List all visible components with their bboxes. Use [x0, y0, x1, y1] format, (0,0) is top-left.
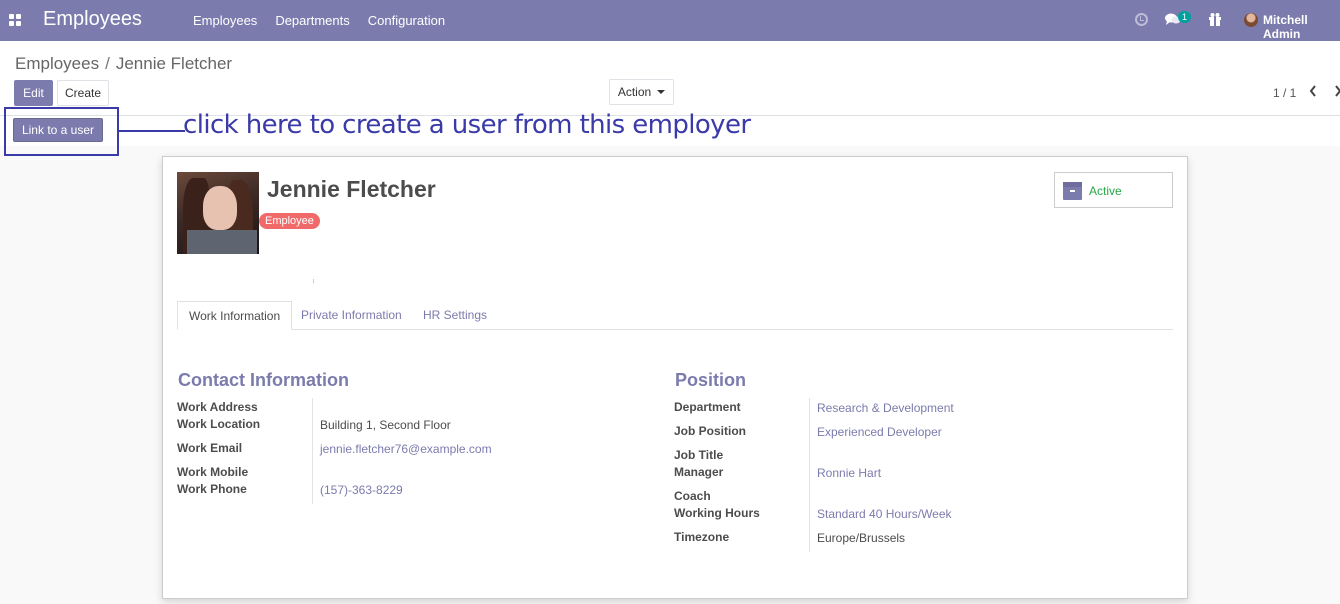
edit-button[interactable]: Edit	[14, 80, 53, 106]
menu-item-configuration[interactable]: Configuration	[368, 13, 445, 28]
position-title: Position	[675, 370, 746, 390]
breadcrumb: Employees / Jennie Fletcher	[15, 54, 232, 74]
work-mobile-label: Work Mobile	[177, 465, 249, 479]
work-email-link[interactable]: jennie.fletcher76@example.com	[320, 442, 492, 456]
active-toggle-button[interactable]: Active	[1054, 172, 1173, 208]
work-phone-label: Work Phone	[177, 482, 247, 496]
activity-clock-icon[interactable]	[1135, 13, 1148, 26]
coach-label: Coach	[674, 489, 711, 503]
manager-link[interactable]: Ronnie Hart	[817, 466, 881, 480]
app-title[interactable]: Employees	[43, 8, 142, 31]
tab-work-information[interactable]: Work Information	[177, 301, 293, 330]
position-label-separator	[809, 398, 810, 552]
link-to-user-button[interactable]: Link to a user	[13, 118, 103, 142]
manager-label: Manager	[674, 465, 724, 479]
contact-information-title: Contact Information	[178, 370, 349, 390]
work-phone-link[interactable]: (157)-363-8229	[320, 483, 403, 497]
annotation-text: click here to create a user from this em…	[183, 110, 751, 140]
timezone-label: Timezone	[674, 530, 730, 544]
job-position-link[interactable]: Experienced Developer	[817, 425, 942, 439]
menu-item-departments[interactable]: Departments	[275, 13, 349, 28]
employee-photo[interactable]	[177, 172, 259, 254]
caret-down-icon	[657, 90, 666, 94]
pager-value[interactable]: 1 / 1	[1273, 86, 1296, 100]
employee-tag[interactable]: Employee	[259, 213, 320, 229]
top-navbar: Employees Employees Departments Configur…	[0, 0, 1340, 41]
breadcrumb-employees[interactable]: Employees	[15, 54, 99, 73]
employee-form-sheet: Jennie Fletcher Employee Active Work Inf…	[162, 156, 1188, 599]
chevron-left-icon[interactable]	[1309, 84, 1317, 98]
user-avatar[interactable]	[1244, 13, 1258, 27]
create-button[interactable]: Create	[57, 80, 109, 106]
timezone-value: Europe/Brussels	[817, 531, 906, 545]
work-location-value: Building 1, Second Floor	[320, 418, 451, 432]
tab-private-information[interactable]: Private Information	[301, 301, 402, 330]
work-email-label: Work Email	[177, 441, 243, 455]
contact-label-separator	[312, 398, 313, 504]
action-dropdown-button[interactable]: Action	[609, 79, 674, 105]
breadcrumb-current: Jennie Fletcher	[115, 54, 233, 73]
chevron-right-icon[interactable]	[1335, 84, 1340, 98]
control-panel: Employees / Jennie Fletcher Edit Create Ac…	[0, 41, 1340, 116]
tab-hr-settings[interactable]: HR Settings	[423, 301, 487, 330]
divider	[313, 279, 314, 283]
department-link[interactable]: Research & Development	[817, 401, 954, 415]
archive-icon	[1063, 182, 1082, 200]
working-hours-label: Working Hours	[674, 506, 760, 520]
employee-name: Jennie Fletcher	[267, 176, 436, 202]
job-position-label: Job Position	[674, 424, 746, 438]
breadcrumb-separator: /	[105, 54, 110, 73]
annotation-connector-line	[119, 130, 185, 132]
menu-item-employees[interactable]: Employees	[193, 13, 257, 28]
apps-menu-icon[interactable]	[9, 14, 21, 26]
form-tabs: Work Information Private Information HR …	[177, 301, 1173, 330]
job-title-label: Job Title	[674, 448, 724, 462]
work-location-label: Work Location	[177, 417, 261, 431]
department-label: Department	[674, 400, 741, 414]
gift-icon[interactable]	[1208, 12, 1222, 26]
chat-count-badge: 1	[1178, 11, 1191, 23]
user-name[interactable]: Mitchell Admin	[1263, 13, 1340, 41]
main-menu: Employees Departments Configuration	[193, 13, 463, 28]
active-status-label: Active	[1089, 184, 1122, 198]
working-hours-link[interactable]: Standard 40 Hours/Week	[817, 507, 952, 521]
action-label: Action	[617, 85, 652, 99]
work-address-label: Work Address	[177, 400, 258, 414]
